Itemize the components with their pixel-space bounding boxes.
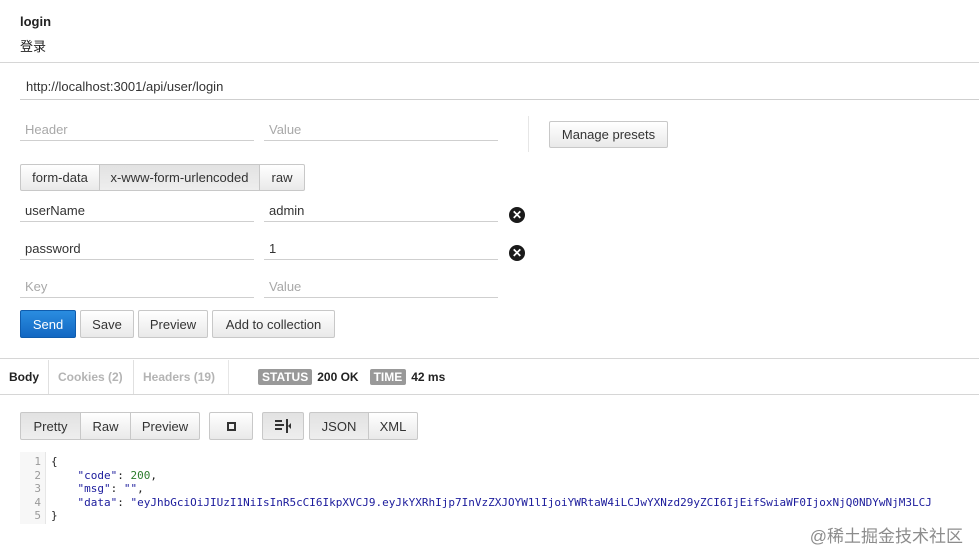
new-param-value-input[interactable]: Value: [264, 276, 498, 298]
tab-body[interactable]: Body: [0, 360, 48, 394]
wrap-lines-icon: [275, 419, 291, 433]
manage-presets-button[interactable]: Manage presets: [549, 121, 668, 148]
watermark: @稀土掘金技术社区: [809, 527, 963, 546]
header-key-input[interactable]: Header: [20, 119, 254, 141]
remove-param-icon[interactable]: ✕: [509, 207, 525, 223]
line-numbers: 12345: [20, 452, 46, 524]
format-xml[interactable]: XML: [368, 412, 418, 440]
body-mode-urlencoded[interactable]: x-www-form-urlencoded: [99, 164, 260, 191]
body-mode-selector: form-data x-www-form-urlencoded raw: [20, 164, 305, 191]
divider: [0, 394, 979, 395]
divider: [0, 358, 979, 359]
url-input[interactable]: http://localhost:3001/api/user/login: [26, 79, 223, 94]
body-mode-raw[interactable]: raw: [259, 164, 305, 191]
header-value-input[interactable]: Value: [264, 119, 498, 141]
response-body[interactable]: 12345 { "code": 200, "msg": "", "data": …: [20, 452, 979, 524]
status-indicator: STATUS 200 OK TIME 42 ms: [258, 369, 445, 385]
body-mode-form-data[interactable]: form-data: [20, 164, 100, 191]
divider: [0, 62, 979, 63]
time-value: 42 ms: [411, 370, 446, 384]
json-lines: { "code": 200, "msg": "", "data": "eyJhb…: [51, 455, 932, 522]
request-description: 登录: [20, 39, 47, 54]
wrap-lines-button[interactable]: [262, 412, 304, 440]
status-value: 200 OK: [317, 370, 359, 384]
view-mode-selector: Pretty Raw Preview: [20, 412, 200, 440]
format-json[interactable]: JSON: [309, 412, 369, 440]
view-preview[interactable]: Preview: [130, 412, 200, 440]
preview-button[interactable]: Preview: [138, 310, 208, 338]
status-badge: STATUS: [258, 369, 313, 385]
square-icon: [226, 421, 236, 431]
view-pretty[interactable]: Pretty: [20, 412, 81, 440]
format-selector: JSON XML: [309, 412, 418, 440]
param-key-input[interactable]: userName: [20, 200, 254, 222]
param-key-input[interactable]: password: [20, 238, 254, 260]
request-name: login: [20, 14, 52, 29]
fullscreen-button[interactable]: [209, 412, 253, 440]
tab-cookies[interactable]: Cookies (2): [48, 360, 132, 394]
param-value-input[interactable]: admin: [264, 200, 498, 222]
save-button[interactable]: Save: [80, 310, 134, 338]
remove-param-icon[interactable]: ✕: [509, 245, 525, 261]
new-param-key-input[interactable]: Key: [20, 276, 254, 298]
send-button[interactable]: Send: [20, 310, 76, 338]
url-underline: [20, 99, 979, 100]
time-badge: TIME: [369, 369, 407, 385]
add-to-collection-button[interactable]: Add to collection: [212, 310, 335, 338]
param-value-input[interactable]: 1: [264, 238, 498, 260]
view-raw[interactable]: Raw: [80, 412, 131, 440]
divider: [228, 360, 229, 394]
divider: [528, 116, 529, 152]
tab-headers[interactable]: Headers (19): [133, 360, 224, 394]
